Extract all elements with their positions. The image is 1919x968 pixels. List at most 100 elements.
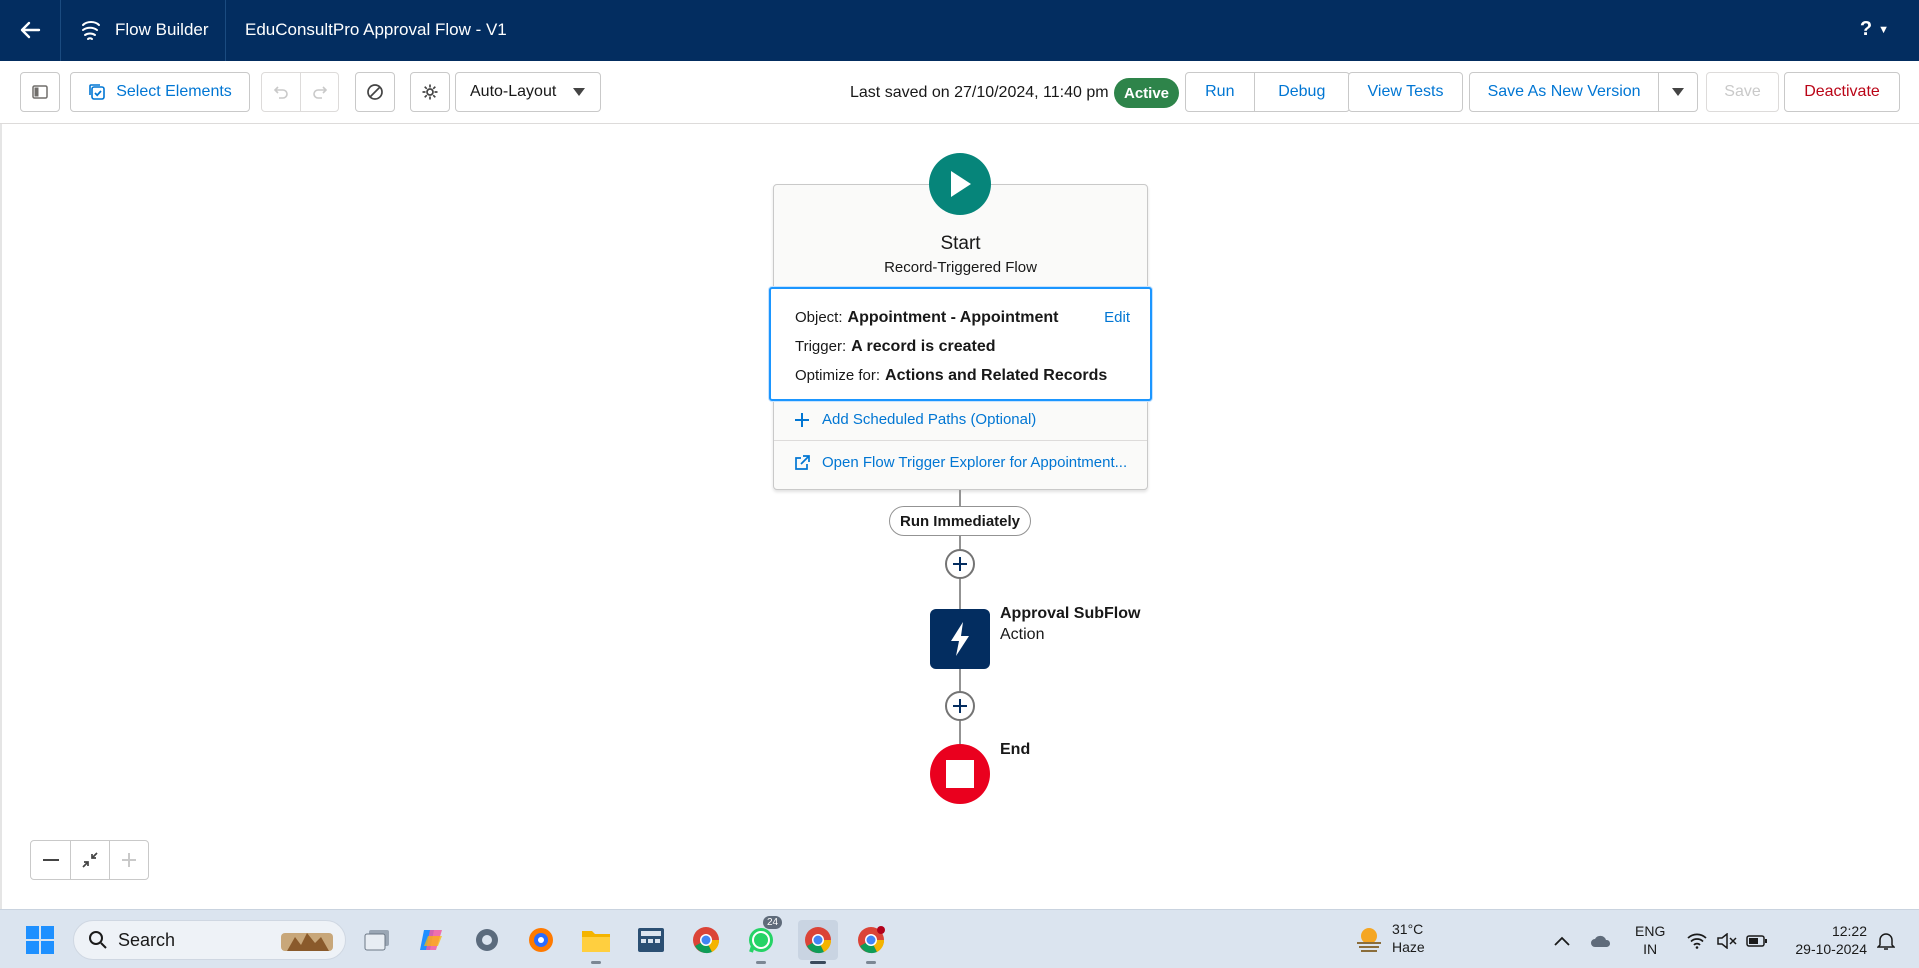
external-link-icon xyxy=(795,454,810,470)
chevron-down-icon xyxy=(1672,88,1685,96)
running-indicator xyxy=(591,961,601,964)
task-view-icon[interactable] xyxy=(359,922,395,958)
undo-redo-group xyxy=(261,72,339,112)
card-divider xyxy=(774,440,1147,441)
redo-icon xyxy=(312,86,327,99)
save-options-dropdown[interactable] xyxy=(1658,73,1697,111)
active-indicator xyxy=(810,961,826,964)
open-trigger-explorer-link[interactable]: Open Flow Trigger Explorer for Appointme… xyxy=(794,454,1127,471)
app-name: Flow Builder xyxy=(115,20,209,39)
errors-warnings-button[interactable] xyxy=(355,72,395,112)
plus-icon xyxy=(122,853,136,867)
system-clock[interactable]: 12:22 29-10-2024 xyxy=(1787,922,1867,958)
chrome-icon[interactable] xyxy=(688,922,724,958)
chevron-down-icon xyxy=(573,88,585,96)
plus-icon xyxy=(953,699,967,713)
end-node-title: End xyxy=(1000,741,1031,758)
layout-select[interactable]: Auto-Layout xyxy=(455,72,601,112)
action-node-title: Approval SubFlow xyxy=(1000,605,1141,622)
status-badge: Active xyxy=(1114,78,1180,108)
trigger-details-box[interactable]: Object: Appointment - Appointment Edit Tr… xyxy=(769,287,1152,401)
file-explorer-icon[interactable] xyxy=(578,922,614,964)
trigger-label: Trigger: xyxy=(795,338,847,355)
plus-icon xyxy=(953,557,967,571)
save-button[interactable]: Save xyxy=(1706,72,1779,112)
help-menu-button[interactable]: ? ▼ xyxy=(1860,18,1889,41)
weather-desc: Haze xyxy=(1392,939,1425,955)
debug-button[interactable]: Debug xyxy=(1253,73,1349,111)
deactivate-button[interactable]: Deactivate xyxy=(1784,72,1900,112)
running-indicator xyxy=(866,961,876,964)
plus-icon xyxy=(795,412,809,427)
region-code: IN xyxy=(1643,941,1658,957)
add-element-button[interactable] xyxy=(945,549,975,579)
panel-left-icon xyxy=(32,85,48,99)
clock-date: 29-10-2024 xyxy=(1795,941,1867,957)
taskbar-search[interactable]: Search xyxy=(73,920,346,960)
settings-app-icon[interactable] xyxy=(469,922,505,958)
notification-bell-icon[interactable] xyxy=(1875,930,1897,952)
zoom-out-button[interactable] xyxy=(31,841,70,879)
os-taskbar: Search 24 31°C Haze ENG IN 12:22 29-10-2… xyxy=(0,909,1919,968)
end-node[interactable] xyxy=(930,744,990,804)
select-elements-label: Select Elements xyxy=(116,83,232,100)
running-indicator xyxy=(756,961,766,964)
back-button[interactable] xyxy=(14,14,46,46)
add-scheduled-paths-link[interactable]: Add Scheduled Paths (Optional) xyxy=(794,411,1036,428)
calculator-app-icon[interactable] xyxy=(633,922,669,958)
add-element-button[interactable] xyxy=(945,691,975,721)
clock-time: 12:22 xyxy=(1831,923,1867,939)
run-button[interactable]: Run xyxy=(1186,73,1254,111)
select-elements-button[interactable]: Select Elements xyxy=(70,72,250,112)
search-highlight-icon xyxy=(281,933,333,951)
notification-badge: 24 xyxy=(763,916,783,929)
whatsapp-icon[interactable]: 24 xyxy=(743,916,783,964)
weather-temp: 31°C xyxy=(1392,921,1424,937)
settings-button[interactable] xyxy=(410,72,450,112)
optimize-value: Actions and Related Records xyxy=(885,367,1108,384)
chrome-active-window-icon[interactable] xyxy=(798,920,838,964)
sun-haze-icon xyxy=(1357,928,1381,952)
browser-app-icon[interactable] xyxy=(523,922,559,958)
run-immediately-path-label[interactable]: Run Immediately xyxy=(889,506,1031,536)
search-icon xyxy=(89,931,107,949)
action-node-type: Action xyxy=(1000,626,1045,643)
ban-icon xyxy=(367,84,383,100)
language-indicator[interactable]: ENG IN xyxy=(1635,922,1665,958)
toggle-toolbox-button[interactable] xyxy=(20,72,60,112)
last-saved-text: Last saved on 27/10/2024, 11:40 pm xyxy=(850,84,1109,101)
fit-to-view-button[interactable] xyxy=(70,841,109,879)
onedrive-icon[interactable] xyxy=(1590,930,1612,952)
save-as-new-version-button[interactable]: Save As New Version xyxy=(1470,73,1658,111)
undo-button[interactable] xyxy=(262,73,300,111)
chevron-down-icon: ▼ xyxy=(1878,23,1889,36)
copilot-icon[interactable] xyxy=(414,922,450,958)
volume-muted-icon[interactable] xyxy=(1716,930,1738,952)
action-node-approval-subflow[interactable] xyxy=(930,609,990,669)
view-tests-button[interactable]: View Tests xyxy=(1348,72,1463,112)
add-scheduled-paths-label: Add Scheduled Paths (Optional) xyxy=(822,411,1037,428)
chrome-profile-icon[interactable] xyxy=(853,922,889,964)
battery-icon[interactable] xyxy=(1746,930,1768,952)
show-hidden-icons-button[interactable] xyxy=(1551,930,1573,952)
windows-start-button[interactable] xyxy=(22,922,58,958)
flow-title: EduConsultPro Approval Flow - V1 xyxy=(245,20,507,39)
run-debug-group: Run Debug xyxy=(1185,72,1350,112)
edit-trigger-link[interactable]: Edit xyxy=(1104,309,1130,326)
gear-icon xyxy=(422,84,438,100)
save-as-version-group: Save As New Version xyxy=(1469,72,1698,112)
app-header: Flow Builder EduConsultPro Approval Flow… xyxy=(0,0,1919,61)
zoom-in-button[interactable] xyxy=(109,841,148,879)
play-icon xyxy=(951,171,971,197)
header-divider xyxy=(60,0,61,61)
weather-widget[interactable]: 31°C Haze xyxy=(1354,920,1425,956)
redo-button[interactable] xyxy=(300,73,338,111)
lightning-bolt-icon xyxy=(951,622,969,656)
wifi-icon[interactable] xyxy=(1686,930,1708,952)
open-trigger-explorer-label: Open Flow Trigger Explorer for Appointme… xyxy=(822,454,1128,471)
trigger-row: Trigger: A record is created xyxy=(795,338,995,356)
start-node[interactable] xyxy=(929,153,991,215)
minus-icon xyxy=(42,859,59,861)
chevron-up-icon xyxy=(1554,936,1570,946)
optimize-row: Optimize for: Actions and Related Records xyxy=(795,367,1107,385)
